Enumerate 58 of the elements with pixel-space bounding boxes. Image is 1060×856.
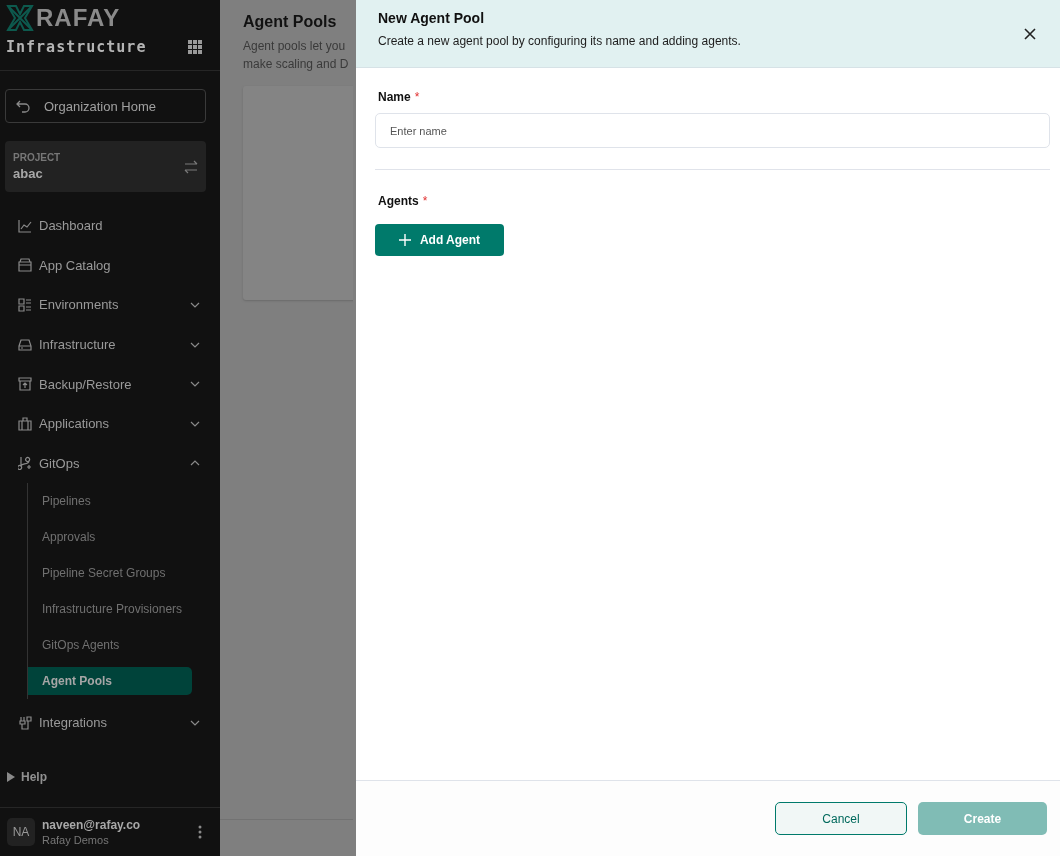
nav-item[interactable]: Integrations <box>0 703 220 743</box>
app-grid-icon[interactable] <box>188 40 202 54</box>
nav-subitem[interactable]: GitOps Agents <box>28 631 192 660</box>
nav-icon <box>18 218 32 233</box>
chevron-down-icon <box>190 420 200 427</box>
nav-icon <box>18 298 32 312</box>
nav-item[interactable]: GitOps <box>0 443 220 484</box>
chevron-down-icon <box>190 381 200 388</box>
organization-name: Rafay Demos <box>42 834 110 846</box>
avatar: NA <box>7 818 35 846</box>
name-input[interactable]: Enter name <box>375 113 1050 148</box>
logo-text: RAFAY <box>36 4 121 32</box>
section-title: Infrastructure <box>6 38 147 56</box>
nav-item[interactable]: App Catalog <box>0 245 220 286</box>
chevron-down-icon <box>190 302 200 308</box>
field-label: Agents <box>378 194 419 208</box>
footer-button[interactable]: Cancel <box>775 802 907 835</box>
nav-subitem[interactable]: Pipeline Secret Groups <box>28 559 192 588</box>
help-toggle[interactable]: Help <box>0 759 220 795</box>
caret-right-icon <box>7 772 15 782</box>
chevron-down-icon <box>190 341 200 348</box>
nav-item[interactable]: Applications <box>0 403 220 444</box>
drawer-subtitle: Create a new agent pool by configuring its name and adding agents. <box>378 33 741 48</box>
nav-icon <box>18 258 32 273</box>
nav-item[interactable]: Infrastructure <box>0 324 220 365</box>
nav-icon <box>18 456 32 471</box>
project-name: abac <box>13 166 44 181</box>
swap-icon <box>184 159 198 174</box>
user-email: naveen@rafay.co <box>42 818 142 832</box>
field-label: Name <box>378 90 411 104</box>
page-title: Agent Pools <box>243 13 338 31</box>
nav-icon <box>18 377 32 392</box>
nav-subitem[interactable]: Infrastructure Provisioners <box>28 595 192 624</box>
organization-home-button[interactable]: Organization Home <box>5 89 206 123</box>
required-mark: * <box>414 90 420 104</box>
nav-item[interactable]: Dashboard <box>0 206 220 246</box>
required-mark: * <box>422 194 428 208</box>
back-arrow-icon <box>16 99 30 113</box>
nav-item[interactable]: Environments <box>0 285 220 325</box>
chevron-down-icon <box>190 719 200 726</box>
chevron-up-icon <box>190 460 200 467</box>
logo-icon <box>6 4 34 32</box>
add-agent-button[interactable]: Add Agent <box>375 224 504 256</box>
nav-item[interactable]: Backup/Restore <box>0 364 220 404</box>
plus-icon <box>398 234 411 246</box>
page-description: Agent pools let you <box>243 38 347 55</box>
more-icon[interactable] <box>198 825 202 839</box>
nav-icon <box>18 715 32 730</box>
close-icon[interactable] <box>1024 27 1036 40</box>
nav-subitem[interactable]: Approvals <box>28 523 192 552</box>
project-selector[interactable]: PROJECT abac <box>5 141 206 192</box>
nav-icon <box>18 416 32 431</box>
project-label: PROJECT <box>13 152 61 163</box>
nav-icon <box>18 337 32 352</box>
drawer-title: New Agent Pool <box>378 9 486 26</box>
nav-subitem[interactable]: Pipelines <box>28 487 192 516</box>
page-description: make scaling and D <box>243 56 350 73</box>
nav-subitem[interactable]: Agent Pools <box>28 667 192 696</box>
